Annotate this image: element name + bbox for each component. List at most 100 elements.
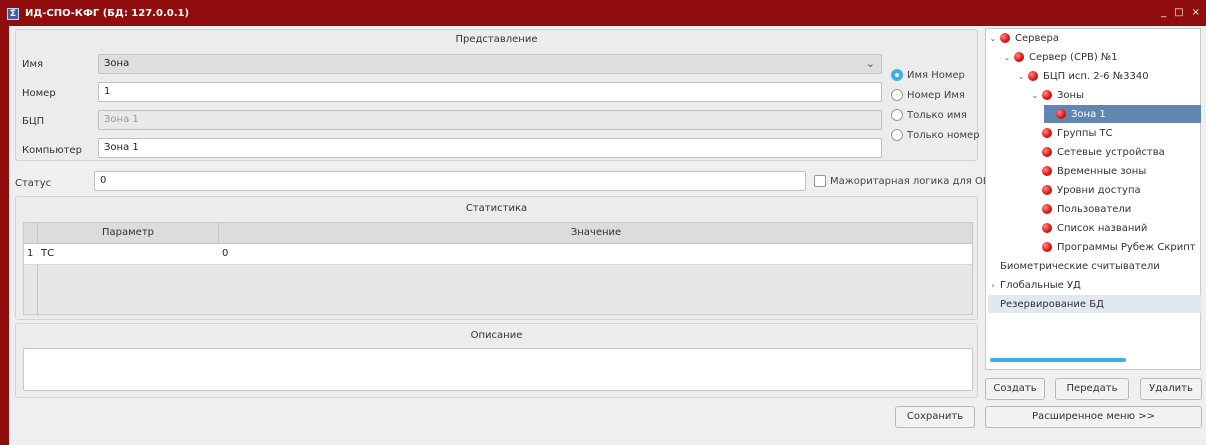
chevron-down-icon: ⌄ [865, 57, 875, 70]
window-title: ИД-СПО-КФГ (БД: 127.0.0.1) [25, 8, 190, 19]
checkbox-indicator [814, 175, 826, 187]
status-ball-icon [1042, 204, 1052, 214]
row-index: 1 [27, 248, 34, 259]
window-left-border [0, 26, 9, 445]
status-ball-icon [1042, 242, 1052, 252]
radio-label: Имя Номер [907, 69, 965, 81]
tree-node[interactable]: ⌄ БЦП исп. 2-6 №3340 [1016, 67, 1149, 85]
advanced-menu-button[interactable]: Расширенное меню >> [985, 406, 1202, 428]
status-ball-icon [1042, 223, 1052, 233]
tree-node[interactable]: ⌄ Сервер (СРВ) №1 [1002, 48, 1118, 66]
tree-node[interactable]: Группы ТС [1030, 124, 1113, 142]
status-ball-icon [1000, 33, 1010, 43]
tree-node-label: Список названий [1057, 222, 1148, 234]
name-combobox-value: Зона [104, 58, 130, 69]
close-icon[interactable]: × [1192, 7, 1200, 18]
radio-name-number[interactable]: Имя Номер [891, 69, 965, 81]
transfer-button[interactable]: Передать [1055, 378, 1129, 400]
status-ball-icon [1042, 185, 1052, 195]
tree-node-label: Сервер (СРВ) №1 [1029, 51, 1118, 63]
column-header-parameter[interactable]: Параметр [38, 227, 218, 238]
minimize-icon[interactable]: _ [1161, 7, 1166, 18]
radio-label: Только имя [907, 109, 967, 121]
radio-label: Номер Имя [907, 89, 965, 101]
number-field[interactable]: 1 [98, 82, 882, 102]
tree-node[interactable]: Уровни доступа [1030, 181, 1141, 199]
status-ball-icon [1042, 166, 1052, 176]
radio-name-only[interactable]: Только имя [891, 109, 967, 121]
radio-label: Только номер [907, 129, 980, 141]
tree-node-label: Программы Рубеж Скрипт [1057, 241, 1196, 253]
tree-horizontal-scrollbar[interactable] [990, 358, 1126, 362]
tree-node[interactable]: Временные зоны [1030, 162, 1146, 180]
tree-node-label: Пользователи [1057, 203, 1132, 215]
tree-node-label: Сетевые устройства [1057, 146, 1165, 158]
statistics-title: Статистика [465, 203, 528, 214]
expand-chevron-icon[interactable]: ⌄ [988, 34, 998, 43]
description-textarea[interactable] [23, 348, 973, 391]
title-bar[interactable]: Σ ИД-СПО-КФГ (БД: 127.0.0.1) _ □ × [0, 0, 1206, 26]
tree-node[interactable]: ⌄ Сервера [988, 29, 1059, 47]
tree-node[interactable]: Пользователи [1030, 200, 1131, 218]
status-field[interactable]: 0 [94, 171, 806, 191]
radio-indicator [891, 109, 903, 121]
tree-node[interactable]: Биометрические считыватели [988, 257, 1160, 275]
tree-node-label: Сервера [1015, 32, 1060, 44]
column-header-value[interactable]: Значение [220, 227, 972, 238]
name-label: Имя [22, 59, 44, 70]
name-combobox[interactable]: Зона ⌄ [98, 54, 882, 74]
radio-number-name[interactable]: Номер Имя [891, 89, 965, 101]
column-divider [37, 223, 38, 316]
app-sigma-icon: Σ [7, 8, 19, 20]
tree-node-label: Зоны [1057, 89, 1084, 101]
tree-node[interactable]: Сетевые устройства [1030, 143, 1165, 161]
create-button[interactable]: Создать [985, 378, 1045, 400]
expand-chevron-icon[interactable]: ⌄ [1016, 72, 1026, 81]
majority-logic-checkbox[interactable]: Мажоритарная логика для ОШС [814, 175, 1001, 187]
tree-node[interactable]: Программы Рубеж Скрипт [1030, 238, 1196, 256]
computer-field[interactable]: Зона 1 [98, 138, 882, 158]
maximize-icon[interactable]: □ [1174, 7, 1183, 18]
expand-chevron-icon[interactable]: › [988, 281, 998, 290]
tree-node[interactable]: › Глобальные УД [988, 276, 1081, 294]
tree-node[interactable]: Резервирование БД [988, 295, 1201, 313]
computer-label: Компьютер [22, 145, 82, 156]
status-ball-icon [1028, 71, 1038, 81]
table-header: Параметр Значение [24, 223, 972, 244]
representation-title: Представление [455, 34, 538, 45]
bcp-field: Зона 1 [98, 110, 882, 130]
radio-indicator [891, 89, 903, 101]
tree-node-label: Глобальные УД [1000, 279, 1081, 291]
window-controls: _ □ × [1161, 7, 1200, 18]
radio-number-only[interactable]: Только номер [891, 129, 980, 141]
number-label: Номер [22, 88, 56, 99]
status-ball-icon [1042, 147, 1052, 157]
tree-node-label: Биометрические считыватели [1000, 260, 1160, 272]
statistics-table: Параметр Значение 1 ТС 0 [23, 222, 973, 316]
status-ball-icon [1056, 109, 1066, 119]
bcp-label: БЦП [22, 116, 45, 127]
tree-node-label: Резервирование БД [1000, 298, 1104, 310]
description-title: Описание [470, 330, 523, 341]
tree-node[interactable]: Зона 1 [1044, 105, 1201, 123]
value-cell: 0 [222, 248, 229, 259]
tree-node-label: Уровни доступа [1057, 184, 1141, 196]
status-label: Статус [15, 178, 52, 189]
delete-button[interactable]: Удалить [1140, 378, 1202, 400]
tree-node-label: Зона 1 [1071, 108, 1106, 120]
radio-indicator [891, 69, 903, 81]
status-ball-icon [1014, 52, 1024, 62]
tree-node[interactable]: Список названий [1030, 219, 1147, 237]
save-button[interactable]: Сохранить [895, 406, 975, 428]
tree-node-label: Временные зоны [1057, 165, 1147, 177]
status-ball-icon [1042, 90, 1052, 100]
majority-logic-label: Мажоритарная логика для ОШС [830, 175, 1001, 187]
main-window: Σ ИД-СПО-КФГ (БД: 127.0.0.1) _ □ × Предс… [0, 0, 1206, 445]
table-row[interactable]: 1 ТС 0 [24, 244, 972, 265]
expand-chevron-icon[interactable]: ⌄ [1002, 53, 1012, 62]
tree-node[interactable]: ⌄ Зоны [1030, 86, 1084, 104]
radio-indicator [891, 129, 903, 141]
expand-chevron-icon[interactable]: ⌄ [1030, 91, 1040, 100]
tree-node-label: Группы ТС [1057, 127, 1113, 139]
status-ball-icon [1042, 128, 1052, 138]
